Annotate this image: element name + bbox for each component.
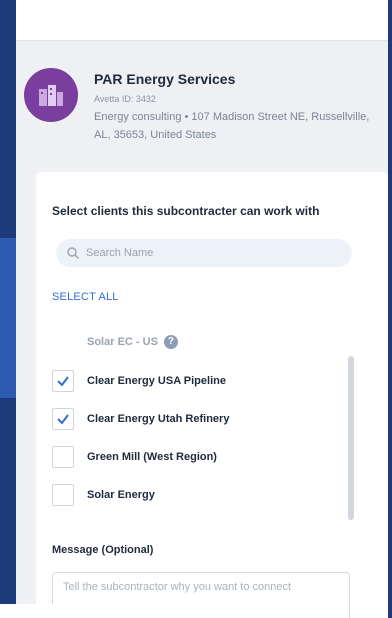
client-list: Solar EC - US ? Clear Energy USA Pipelin… [52,327,352,523]
client-label: Clear Energy USA Pipeline [87,375,226,387]
client-checkbox-green-mill-west-region[interactable] [52,446,74,468]
message-label: Message (Optional) [52,544,154,556]
client-label: Solar EC - US [87,336,158,348]
check-icon [57,376,69,387]
client-checkbox-solar-energy[interactable] [52,484,74,506]
search-icon [67,247,79,259]
modal-header-strip [16,0,388,41]
client-label: Clear Energy Utah Refinery [87,413,230,425]
help-icon[interactable]: ? [163,335,178,349]
search-box[interactable] [56,239,352,267]
company-id: Avetta ID: 3432 [94,94,156,104]
search-input[interactable] [84,246,338,260]
client-row-solar-ec-us: Solar EC - US ? [52,327,342,357]
client-checkbox-solar-ec-us [52,331,74,353]
building-icon [39,85,63,106]
company-logo-icon [24,68,78,122]
client-checkbox-clear-energy-usa-pipeline[interactable] [52,370,74,392]
company-name: PAR Energy Services [94,71,236,87]
connect-subcontractor-modal: PAR Energy Services Avetta ID: 3432 Ener… [16,0,388,618]
backdrop-panel-bottom [0,604,160,618]
client-label: Green Mill (West Region) [87,451,217,463]
client-label: Solar Energy [87,489,155,501]
client-row-clear-energy-utah-refinery[interactable]: Clear Energy Utah Refinery [52,404,342,434]
client-checkbox-clear-energy-utah-refinery[interactable] [52,408,74,430]
client-list-scrollbar[interactable] [348,356,354,520]
client-row-solar-energy[interactable]: Solar Energy [52,480,342,510]
company-description: Energy consulting • 107 Madison Street N… [94,111,370,141]
client-row-green-mill-west-region[interactable]: Green Mill (West Region) [52,442,342,472]
client-selection-panel: Select clients this subcontracter can wo… [36,172,388,618]
check-icon [57,414,69,425]
panel-title: Select clients this subcontracter can wo… [52,204,320,218]
client-row-clear-energy-usa-pipeline[interactable]: Clear Energy USA Pipeline [52,366,342,396]
select-all-link[interactable]: SELECT ALL [52,291,119,303]
